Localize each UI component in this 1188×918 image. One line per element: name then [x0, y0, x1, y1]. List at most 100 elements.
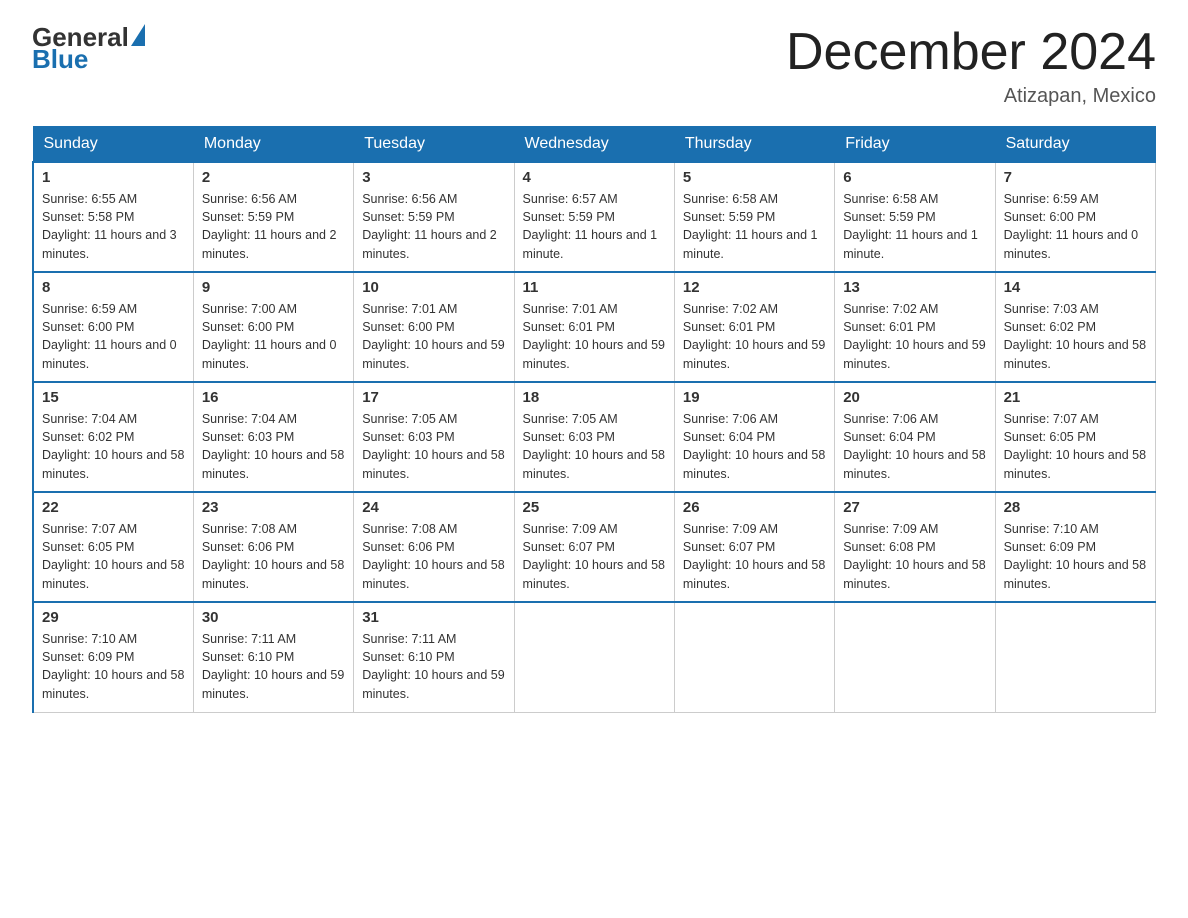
day-number: 3	[362, 169, 505, 186]
calendar-week-row: 1 Sunrise: 6:55 AM Sunset: 5:58 PM Dayli…	[33, 162, 1156, 272]
table-row: 12 Sunrise: 7:02 AM Sunset: 6:01 PM Dayl…	[674, 272, 834, 382]
col-friday: Friday	[835, 127, 995, 163]
table-row: 24 Sunrise: 7:08 AM Sunset: 6:06 PM Dayl…	[354, 492, 514, 602]
day-number: 15	[42, 389, 185, 406]
day-info: Sunrise: 7:04 AM Sunset: 6:02 PM Dayligh…	[42, 410, 185, 483]
day-info: Sunrise: 7:08 AM Sunset: 6:06 PM Dayligh…	[202, 520, 345, 593]
logo-triangle-icon	[131, 24, 145, 46]
table-row: 30 Sunrise: 7:11 AM Sunset: 6:10 PM Dayl…	[193, 602, 353, 712]
day-info: Sunrise: 7:09 AM Sunset: 6:07 PM Dayligh…	[683, 520, 826, 593]
table-row: 6 Sunrise: 6:58 AM Sunset: 5:59 PM Dayli…	[835, 162, 995, 272]
col-tuesday: Tuesday	[354, 127, 514, 163]
table-row	[514, 602, 674, 712]
table-row: 1 Sunrise: 6:55 AM Sunset: 5:58 PM Dayli…	[33, 162, 193, 272]
day-info: Sunrise: 6:58 AM Sunset: 5:59 PM Dayligh…	[843, 190, 986, 263]
day-info: Sunrise: 6:58 AM Sunset: 5:59 PM Dayligh…	[683, 190, 826, 263]
day-info: Sunrise: 7:01 AM Sunset: 6:01 PM Dayligh…	[523, 300, 666, 373]
day-number: 28	[1004, 499, 1147, 516]
location: Atizapan, Mexico	[786, 85, 1156, 108]
col-wednesday: Wednesday	[514, 127, 674, 163]
day-info: Sunrise: 7:07 AM Sunset: 6:05 PM Dayligh…	[1004, 410, 1147, 483]
col-sunday: Sunday	[33, 127, 193, 163]
table-row: 8 Sunrise: 6:59 AM Sunset: 6:00 PM Dayli…	[33, 272, 193, 382]
day-info: Sunrise: 7:10 AM Sunset: 6:09 PM Dayligh…	[42, 630, 185, 703]
day-number: 5	[683, 169, 826, 186]
title-area: December 2024 Atizapan, Mexico	[786, 24, 1156, 108]
calendar-header-row: Sunday Monday Tuesday Wednesday Thursday…	[33, 127, 1156, 163]
table-row: 25 Sunrise: 7:09 AM Sunset: 6:07 PM Dayl…	[514, 492, 674, 602]
table-row: 26 Sunrise: 7:09 AM Sunset: 6:07 PM Dayl…	[674, 492, 834, 602]
calendar-week-row: 22 Sunrise: 7:07 AM Sunset: 6:05 PM Dayl…	[33, 492, 1156, 602]
day-number: 27	[843, 499, 986, 516]
table-row: 7 Sunrise: 6:59 AM Sunset: 6:00 PM Dayli…	[995, 162, 1155, 272]
month-title: December 2024	[786, 24, 1156, 81]
table-row: 5 Sunrise: 6:58 AM Sunset: 5:59 PM Dayli…	[674, 162, 834, 272]
table-row: 22 Sunrise: 7:07 AM Sunset: 6:05 PM Dayl…	[33, 492, 193, 602]
calendar-table: Sunday Monday Tuesday Wednesday Thursday…	[32, 126, 1156, 713]
table-row: 16 Sunrise: 7:04 AM Sunset: 6:03 PM Dayl…	[193, 382, 353, 492]
day-info: Sunrise: 7:11 AM Sunset: 6:10 PM Dayligh…	[202, 630, 345, 703]
day-number: 30	[202, 609, 345, 626]
day-info: Sunrise: 7:00 AM Sunset: 6:00 PM Dayligh…	[202, 300, 345, 373]
table-row: 15 Sunrise: 7:04 AM Sunset: 6:02 PM Dayl…	[33, 382, 193, 492]
day-info: Sunrise: 7:05 AM Sunset: 6:03 PM Dayligh…	[362, 410, 505, 483]
day-number: 19	[683, 389, 826, 406]
day-number: 29	[42, 609, 185, 626]
day-info: Sunrise: 6:56 AM Sunset: 5:59 PM Dayligh…	[202, 190, 345, 263]
page-header: General Blue December 2024 Atizapan, Mex…	[32, 24, 1156, 108]
calendar-week-row: 29 Sunrise: 7:10 AM Sunset: 6:09 PM Dayl…	[33, 602, 1156, 712]
day-info: Sunrise: 6:56 AM Sunset: 5:59 PM Dayligh…	[362, 190, 505, 263]
day-info: Sunrise: 7:03 AM Sunset: 6:02 PM Dayligh…	[1004, 300, 1147, 373]
table-row	[674, 602, 834, 712]
day-number: 25	[523, 499, 666, 516]
day-info: Sunrise: 7:06 AM Sunset: 6:04 PM Dayligh…	[683, 410, 826, 483]
table-row: 28 Sunrise: 7:10 AM Sunset: 6:09 PM Dayl…	[995, 492, 1155, 602]
table-row: 11 Sunrise: 7:01 AM Sunset: 6:01 PM Dayl…	[514, 272, 674, 382]
day-info: Sunrise: 7:08 AM Sunset: 6:06 PM Dayligh…	[362, 520, 505, 593]
col-monday: Monday	[193, 127, 353, 163]
table-row: 18 Sunrise: 7:05 AM Sunset: 6:03 PM Dayl…	[514, 382, 674, 492]
calendar-week-row: 8 Sunrise: 6:59 AM Sunset: 6:00 PM Dayli…	[33, 272, 1156, 382]
table-row: 9 Sunrise: 7:00 AM Sunset: 6:00 PM Dayli…	[193, 272, 353, 382]
day-number: 31	[362, 609, 505, 626]
day-info: Sunrise: 7:01 AM Sunset: 6:00 PM Dayligh…	[362, 300, 505, 373]
day-number: 16	[202, 389, 345, 406]
col-thursday: Thursday	[674, 127, 834, 163]
day-info: Sunrise: 7:09 AM Sunset: 6:08 PM Dayligh…	[843, 520, 986, 593]
day-info: Sunrise: 7:07 AM Sunset: 6:05 PM Dayligh…	[42, 520, 185, 593]
day-number: 22	[42, 499, 185, 516]
table-row: 27 Sunrise: 7:09 AM Sunset: 6:08 PM Dayl…	[835, 492, 995, 602]
day-number: 9	[202, 279, 345, 296]
day-number: 18	[523, 389, 666, 406]
day-info: Sunrise: 6:59 AM Sunset: 6:00 PM Dayligh…	[42, 300, 185, 373]
day-info: Sunrise: 6:55 AM Sunset: 5:58 PM Dayligh…	[42, 190, 185, 263]
day-number: 20	[843, 389, 986, 406]
table-row: 19 Sunrise: 7:06 AM Sunset: 6:04 PM Dayl…	[674, 382, 834, 492]
day-number: 26	[683, 499, 826, 516]
table-row: 3 Sunrise: 6:56 AM Sunset: 5:59 PM Dayli…	[354, 162, 514, 272]
day-number: 17	[362, 389, 505, 406]
table-row: 21 Sunrise: 7:07 AM Sunset: 6:05 PM Dayl…	[995, 382, 1155, 492]
day-info: Sunrise: 7:06 AM Sunset: 6:04 PM Dayligh…	[843, 410, 986, 483]
table-row: 17 Sunrise: 7:05 AM Sunset: 6:03 PM Dayl…	[354, 382, 514, 492]
day-number: 7	[1004, 169, 1147, 186]
logo-blue-text: Blue	[32, 46, 88, 72]
day-number: 6	[843, 169, 986, 186]
day-number: 12	[683, 279, 826, 296]
col-saturday: Saturday	[995, 127, 1155, 163]
table-row	[835, 602, 995, 712]
day-info: Sunrise: 6:57 AM Sunset: 5:59 PM Dayligh…	[523, 190, 666, 263]
table-row: 2 Sunrise: 6:56 AM Sunset: 5:59 PM Dayli…	[193, 162, 353, 272]
day-number: 2	[202, 169, 345, 186]
table-row: 23 Sunrise: 7:08 AM Sunset: 6:06 PM Dayl…	[193, 492, 353, 602]
day-info: Sunrise: 7:05 AM Sunset: 6:03 PM Dayligh…	[523, 410, 666, 483]
table-row: 29 Sunrise: 7:10 AM Sunset: 6:09 PM Dayl…	[33, 602, 193, 712]
calendar-week-row: 15 Sunrise: 7:04 AM Sunset: 6:02 PM Dayl…	[33, 382, 1156, 492]
table-row: 14 Sunrise: 7:03 AM Sunset: 6:02 PM Dayl…	[995, 272, 1155, 382]
day-info: Sunrise: 7:02 AM Sunset: 6:01 PM Dayligh…	[683, 300, 826, 373]
table-row: 13 Sunrise: 7:02 AM Sunset: 6:01 PM Dayl…	[835, 272, 995, 382]
day-number: 13	[843, 279, 986, 296]
day-number: 1	[42, 169, 185, 186]
day-number: 21	[1004, 389, 1147, 406]
day-info: Sunrise: 7:11 AM Sunset: 6:10 PM Dayligh…	[362, 630, 505, 703]
